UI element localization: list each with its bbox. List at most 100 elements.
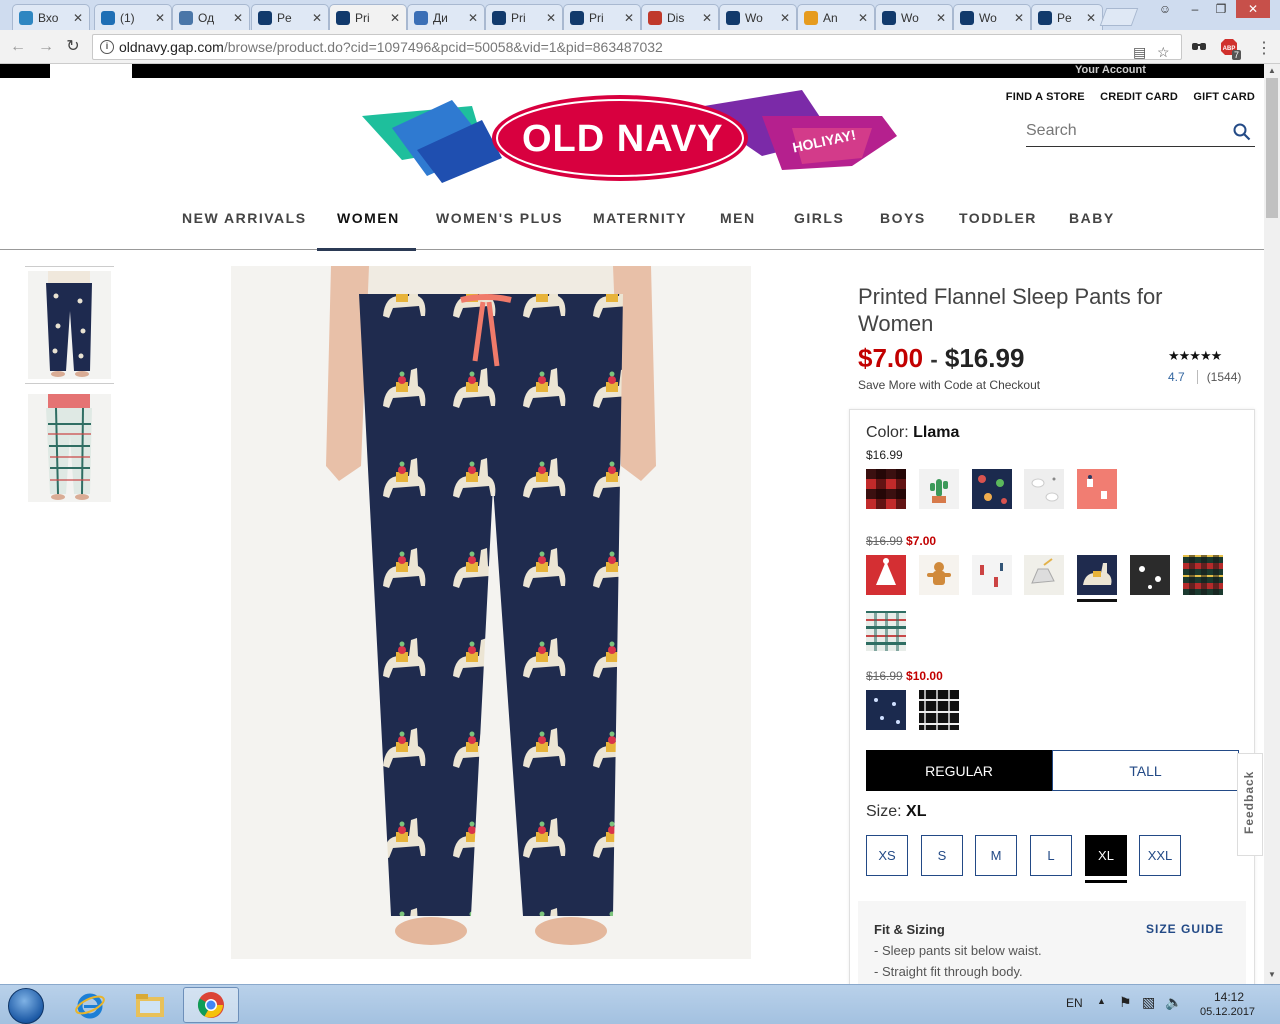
browser-tab[interactable]: An ✕ xyxy=(797,4,875,30)
restore-button[interactable]: ❐ xyxy=(1208,0,1234,18)
profile-icon[interactable]: ☺ xyxy=(1152,0,1178,18)
nav-new-arrivals[interactable]: NEW ARRIVALS xyxy=(182,210,307,226)
nav-maternity[interactable]: MATERNITY xyxy=(593,210,687,226)
tab-close-icon[interactable]: ✕ xyxy=(858,11,868,25)
tab-close-icon[interactable]: ✕ xyxy=(702,11,712,25)
start-button[interactable] xyxy=(8,988,44,1024)
nav-girls[interactable]: GIRLS xyxy=(794,210,844,226)
browser-tab[interactable]: Ди ✕ xyxy=(407,4,485,30)
tab-close-icon[interactable]: ✕ xyxy=(936,11,946,25)
volume-icon[interactable]: 🔈 xyxy=(1165,994,1182,1011)
browser-tab[interactable]: (1) ✕ xyxy=(94,4,172,30)
tab-close-icon[interactable]: ✕ xyxy=(780,11,790,25)
search-input[interactable] xyxy=(1026,117,1216,145)
address-bar[interactable]: i oldnavy.gap.com/browse/product.do?cid=… xyxy=(92,34,1182,60)
fit-regular-button[interactable]: REGULAR xyxy=(866,750,1052,791)
tab-close-icon[interactable]: ✕ xyxy=(468,11,478,25)
fit-tall-button[interactable]: TALL xyxy=(1052,750,1239,791)
your-account-link[interactable]: Your Account xyxy=(1075,64,1146,76)
product-main-image[interactable] xyxy=(231,266,751,959)
browser-tab[interactable]: Pri ✕ xyxy=(485,4,563,30)
search-icon[interactable] xyxy=(1233,123,1251,141)
scroll-up-icon[interactable]: ▲ xyxy=(1268,66,1276,75)
clock-time[interactable]: 14:12 xyxy=(1214,990,1244,1004)
browser-tab[interactable]: Pe ✕ xyxy=(1031,4,1103,30)
browser-tab[interactable]: Pri ✕ xyxy=(563,4,641,30)
swatch-red-santa[interactable] xyxy=(866,555,906,595)
tab-close-icon[interactable]: ✕ xyxy=(73,11,83,25)
site-info-icon[interactable]: i xyxy=(100,40,114,54)
rating-stars-icon[interactable]: ★★★★★ xyxy=(1168,348,1222,364)
scroll-down-icon[interactable]: ▼ xyxy=(1268,970,1276,979)
swatch-white-unicorn[interactable] xyxy=(1024,555,1064,595)
tab-close-icon[interactable]: ✕ xyxy=(1086,11,1096,25)
swatch-navy-snowflake[interactable] xyxy=(866,690,906,730)
tab-close-icon[interactable]: ✕ xyxy=(390,11,400,25)
minimize-button[interactable]: – xyxy=(1182,0,1208,18)
translate-icon[interactable]: ▤ xyxy=(1133,40,1146,64)
size-xs-button[interactable]: XS xyxy=(866,835,908,876)
size-xl-button[interactable]: XL xyxy=(1085,835,1127,876)
size-guide-link[interactable]: SIZE GUIDE xyxy=(1146,922,1224,936)
find-a-store-link[interactable]: FIND A STORE xyxy=(1006,91,1085,103)
nav-toddler[interactable]: TODDLER xyxy=(959,210,1037,226)
tab-close-icon[interactable]: ✕ xyxy=(1014,11,1024,25)
old-navy-logo[interactable]: OLD NAVY HOLIYAY! xyxy=(362,88,902,188)
brand-tab[interactable] xyxy=(50,64,132,78)
browser-tab[interactable]: Wo ✕ xyxy=(875,4,953,30)
swatch-navy-holiday[interactable] xyxy=(972,469,1012,509)
nav-baby[interactable]: BABY xyxy=(1069,210,1115,226)
extension-glasses-icon[interactable] xyxy=(1190,38,1208,56)
swatch-white-polar-bear[interactable] xyxy=(1024,469,1064,509)
rating-value[interactable]: 4.7 xyxy=(1168,370,1198,384)
file-explorer-icon[interactable] xyxy=(122,987,178,1023)
swatch-cactus[interactable] xyxy=(919,469,959,509)
new-tab-button[interactable] xyxy=(1099,8,1139,26)
tab-close-icon[interactable]: ✕ xyxy=(155,11,165,25)
size-s-button[interactable]: S xyxy=(921,835,963,876)
chrome-taskbar-icon[interactable] xyxy=(183,987,239,1023)
swatch-charcoal-cat[interactable] xyxy=(1130,555,1170,595)
bookmark-star-icon[interactable]: ☆ xyxy=(1157,40,1170,64)
language-indicator[interactable]: EN xyxy=(1066,996,1083,1010)
browser-tab[interactable]: Од ✕ xyxy=(172,4,250,30)
clock-date[interactable]: 05.12.2017 xyxy=(1200,1006,1255,1018)
browser-tab[interactable]: Dis ✕ xyxy=(641,4,719,30)
browser-tab[interactable]: Wo ✕ xyxy=(953,4,1031,30)
browser-tab[interactable]: Вхо ✕ xyxy=(12,4,90,30)
review-count[interactable]: (1544) xyxy=(1207,370,1242,384)
feedback-tab[interactable]: Feedback xyxy=(1237,753,1263,856)
product-thumbnail-1[interactable] xyxy=(25,266,114,384)
page-scrollbar[interactable]: ▲ ▼ xyxy=(1264,64,1280,984)
product-thumbnail-2[interactable] xyxy=(25,390,114,508)
gift-card-link[interactable]: GIFT CARD xyxy=(1193,91,1255,103)
size-m-button[interactable]: M xyxy=(975,835,1017,876)
credit-card-link[interactable]: CREDIT CARD xyxy=(1100,91,1178,103)
size-xxl-button[interactable]: XXL xyxy=(1139,835,1181,876)
tab-close-icon[interactable]: ✕ xyxy=(624,11,634,25)
swatch-green-plaid[interactable] xyxy=(866,611,906,651)
swatch-black-plaid[interactable] xyxy=(919,690,959,730)
tab-close-icon[interactable]: ✕ xyxy=(233,11,243,25)
forward-button[interactable]: → xyxy=(36,37,56,57)
back-button[interactable]: ← xyxy=(8,37,28,57)
browser-tab[interactable]: Pe ✕ xyxy=(251,4,329,30)
swatch-white-nutcracker[interactable] xyxy=(972,555,1012,595)
tray-expand-icon[interactable]: ▲ xyxy=(1097,996,1106,1006)
nav-men[interactable]: MEN xyxy=(720,210,756,226)
swatch-red-buffalo-plaid[interactable] xyxy=(866,469,906,509)
network-icon[interactable]: ▧ xyxy=(1142,994,1155,1011)
window-close-button[interactable]: ✕ xyxy=(1236,0,1270,18)
swatch-tartan[interactable] xyxy=(1183,555,1223,595)
swatch-gingerbread[interactable] xyxy=(919,555,959,595)
swatch-coral-pattern[interactable] xyxy=(1077,469,1117,509)
internet-explorer-icon[interactable] xyxy=(62,987,118,1023)
tab-close-icon[interactable]: ✕ xyxy=(546,11,556,25)
browser-tab[interactable]: Wo ✕ xyxy=(719,4,797,30)
tab-close-icon[interactable]: ✕ xyxy=(312,11,322,25)
rating-summary[interactable]: 4.7 (1544) xyxy=(1168,370,1241,384)
browser-tab[interactable]: Pri ✕ xyxy=(329,4,407,30)
nav-women[interactable]: WOMEN xyxy=(337,210,400,226)
browser-menu-icon[interactable]: ⋮ xyxy=(1256,38,1272,58)
action-center-flag-icon[interactable]: ⚑ xyxy=(1119,994,1132,1011)
